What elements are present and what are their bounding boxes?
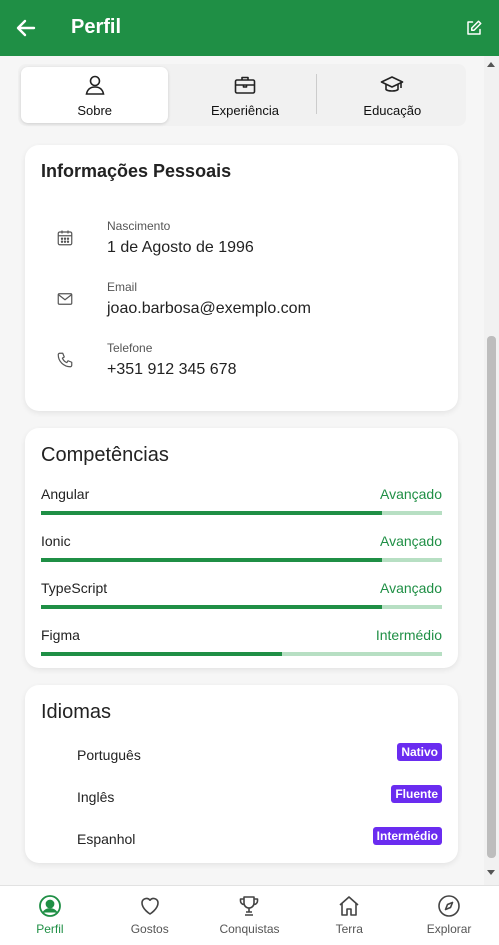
language-level-badge: Intermédio — [372, 827, 442, 845]
skill-progress-bar — [41, 652, 442, 656]
mail-icon — [57, 293, 73, 305]
language-level-badge: Nativo — [397, 743, 442, 761]
info-row-email: Email joao.barbosa@exemplo.com — [25, 268, 458, 324]
language-row: Espanhol Intermédio — [25, 823, 458, 853]
info-value: 1 de Agosto de 1996 — [107, 239, 254, 256]
content-area: Sobre Experiência Educação Informações P… — [0, 56, 484, 885]
skill-progress-bar — [41, 558, 442, 562]
nav-conquistas[interactable]: Conquistas — [200, 886, 300, 945]
info-label: Email — [107, 280, 138, 294]
tab-experiencia[interactable]: Experiência — [171, 64, 318, 126]
tab-sobre[interactable]: Sobre — [21, 67, 169, 123]
skill-progress-bar — [41, 605, 442, 609]
skill-row: Figma Intermédio — [41, 627, 442, 667]
home-icon — [339, 896, 359, 916]
nav-explorar[interactable]: Explorar — [399, 886, 499, 945]
tab-divider — [316, 74, 317, 114]
info-row-birth: Nascimento 1 de Agosto de 1996 — [25, 207, 458, 263]
language-row: Inglês Fluente — [25, 781, 458, 811]
skill-level: Avançado — [379, 486, 442, 502]
skill-row: TypeScript Avançado — [41, 580, 442, 620]
language-name: Português — [77, 747, 141, 763]
skills-card: Competências Angular Avançado Ionic Avan… — [25, 428, 458, 668]
card-title: Competências — [41, 444, 169, 466]
language-name: Inglês — [77, 789, 115, 805]
skill-progress-fill — [41, 605, 382, 609]
language-row: Português Nativo — [25, 739, 458, 769]
heart-icon — [140, 897, 159, 915]
phone-icon — [57, 352, 73, 368]
info-value: +351 912 345 678 — [107, 361, 237, 378]
nav-label: Conquistas — [219, 922, 280, 936]
calendar-icon — [57, 230, 73, 246]
skill-name: Ionic — [41, 533, 71, 549]
info-label: Telefone — [107, 341, 153, 355]
info-row-phone: Telefone +351 912 345 678 — [25, 329, 458, 385]
language-level-badge: Fluente — [391, 785, 442, 803]
skill-row: Ionic Avançado — [41, 533, 442, 573]
graduation-cap-icon — [381, 75, 404, 92]
languages-card: Idiomas Português Nativo Inglês Fluente … — [25, 685, 458, 863]
edit-icon[interactable] — [465, 19, 483, 37]
tab-label: Educação — [363, 102, 422, 118]
personal-info-card: Informações Pessoais Nascimento 1 de Ago… — [25, 145, 458, 411]
skill-progress-fill — [41, 558, 382, 562]
bottom-nav: Perfil Gostos Conquistas Terra Explorar — [0, 885, 499, 945]
person-icon — [85, 75, 105, 95]
scroll-up-arrow[interactable] — [487, 62, 495, 67]
page-title: Perfil — [71, 16, 122, 38]
tab-educacao[interactable]: Educação — [319, 64, 466, 126]
nav-label: Perfil — [36, 922, 64, 936]
nav-label: Explorar — [426, 922, 472, 936]
scrollbar-thumb[interactable] — [487, 336, 496, 858]
back-arrow-icon[interactable] — [14, 16, 38, 40]
skill-progress-fill — [41, 652, 282, 656]
nav-label: Terra — [335, 922, 363, 936]
nav-label: Gostos — [130, 922, 169, 936]
scroll-down-arrow[interactable] — [487, 870, 495, 875]
compass-icon — [438, 895, 460, 917]
card-title: Informações Pessoais — [41, 161, 232, 181]
skill-level: Avançado — [379, 580, 442, 596]
skill-row: Angular Avançado — [41, 486, 442, 526]
tab-label: Experiência — [211, 102, 279, 118]
info-label: Nascimento — [107, 219, 171, 233]
profile-tabs: Sobre Experiência Educação — [18, 64, 466, 126]
skill-name: TypeScript — [41, 580, 108, 596]
app-header: Perfil — [0, 0, 499, 56]
info-value: joao.barbosa@exemplo.com — [107, 300, 311, 317]
tab-label: Sobre — [77, 102, 113, 118]
trophy-icon — [240, 896, 259, 916]
nav-gostos[interactable]: Gostos — [100, 886, 200, 945]
language-name: Espanhol — [77, 831, 136, 847]
nav-perfil[interactable]: Perfil — [0, 886, 100, 945]
briefcase-icon — [234, 76, 256, 94]
skill-progress-bar — [41, 511, 442, 515]
scrollbar[interactable] — [484, 56, 499, 885]
card-title: Idiomas — [41, 701, 112, 723]
skill-name: Angular — [41, 486, 90, 502]
skill-name: Figma — [41, 627, 80, 643]
skill-level: Avançado — [379, 533, 442, 549]
nav-terra[interactable]: Terra — [299, 886, 399, 945]
skill-level: Intermédio — [375, 627, 442, 643]
person-circle-icon — [38, 895, 61, 917]
skill-progress-fill — [41, 511, 382, 515]
